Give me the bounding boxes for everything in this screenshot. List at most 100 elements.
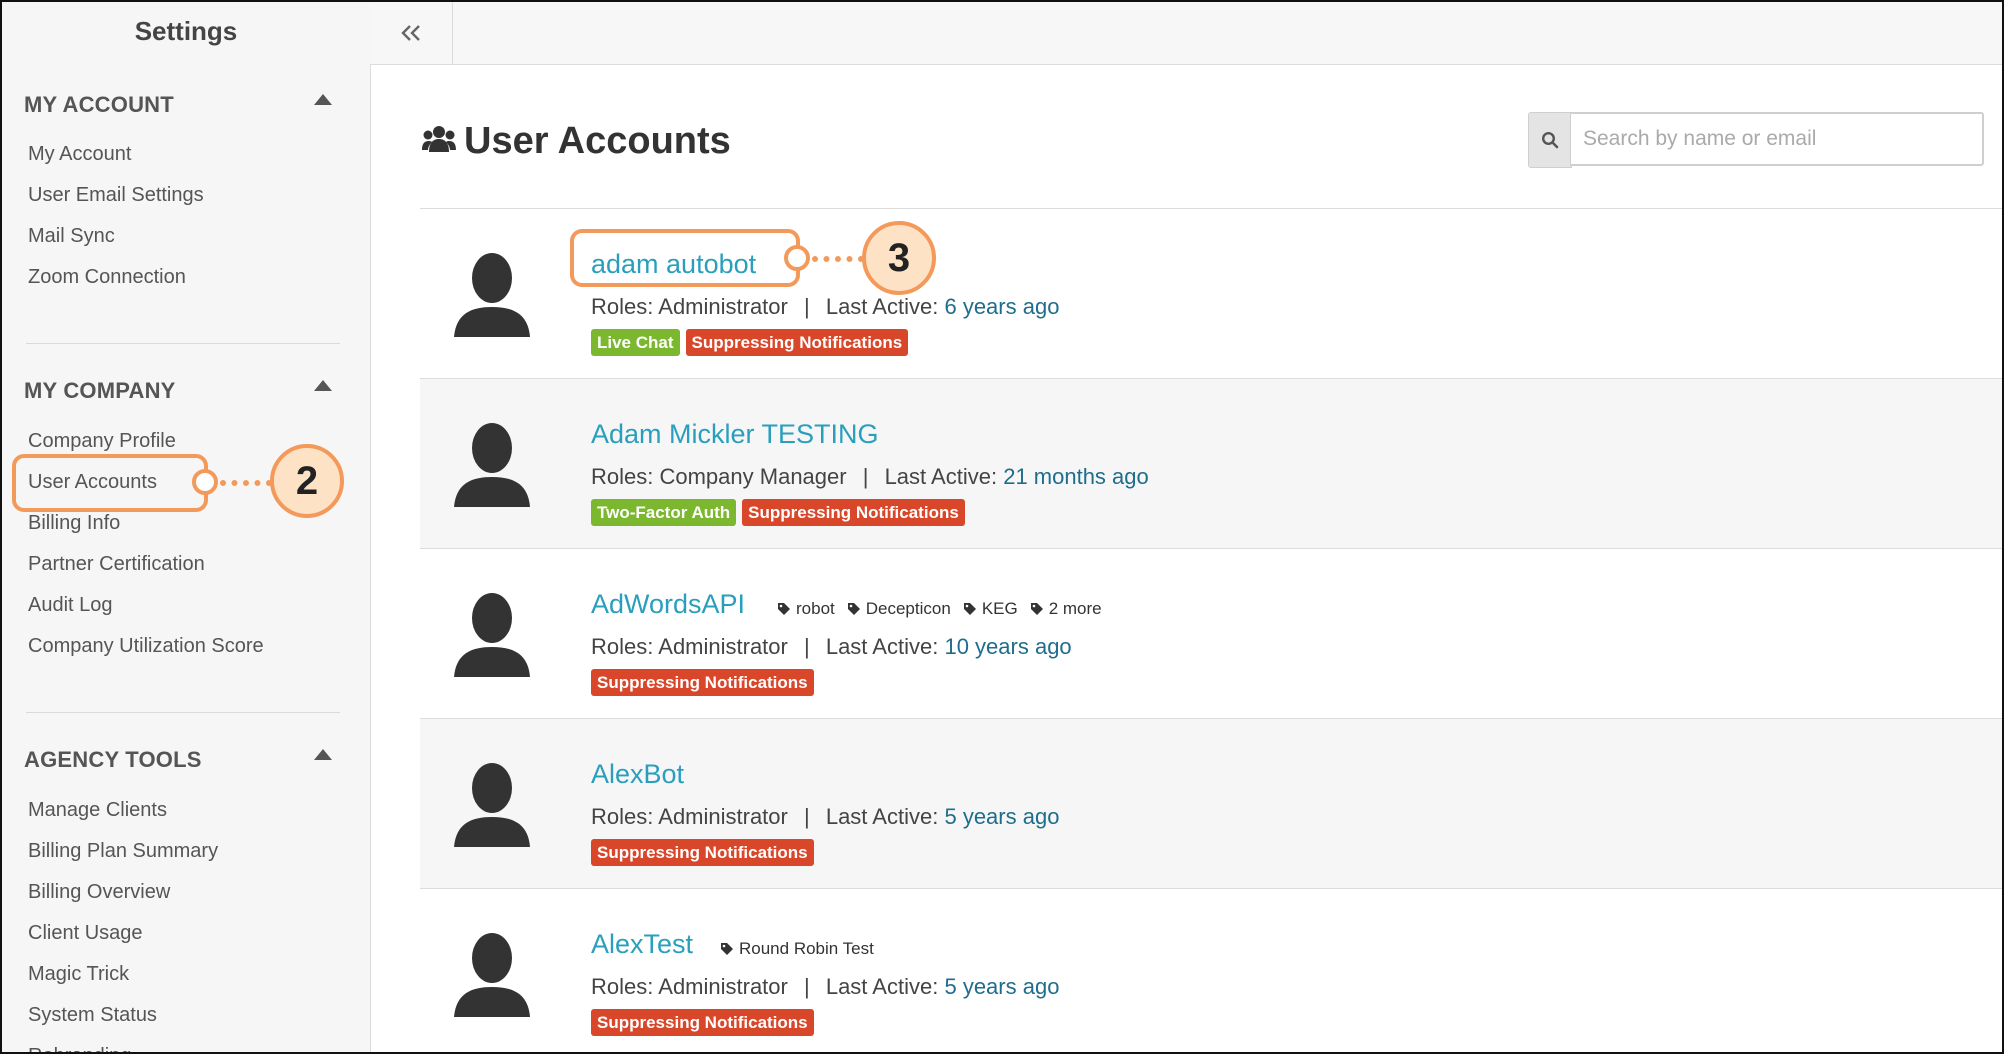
search-input[interactable]: [1570, 112, 1984, 166]
roles-label: Roles:: [591, 464, 654, 489]
tag-icon: [963, 603, 976, 615]
last-active-label: Last Active:: [884, 464, 998, 489]
last-active-value: 5 years ago: [944, 974, 1060, 999]
sidebar-item-billing-overview[interactable]: Billing Overview: [28, 881, 170, 904]
user-row[interactable]: Adam Mickler TESTING Roles: Company Mana…: [420, 378, 2002, 549]
callout-highlight-adam-autobot: [570, 229, 800, 287]
callout-connector-dot: [192, 469, 218, 495]
user-avatar-icon: [454, 763, 530, 847]
badge-group: Suppressing Notifications: [591, 1009, 814, 1036]
collapse-caret-icon[interactable]: [314, 94, 332, 105]
user-meta: Roles: Administrator | Last Active: 6 ye…: [591, 294, 1059, 320]
callout-highlight-user-accounts: [12, 454, 208, 512]
badge-group: Suppressing Notifications: [591, 669, 814, 696]
status-badge: Suppressing Notifications: [591, 669, 814, 696]
tag-list: robot Decepticon KEG 2 more: [777, 599, 1108, 619]
sidebar-item-zoom-connection[interactable]: Zoom Connection: [28, 266, 186, 289]
section-heading-my-account[interactable]: MY ACCOUNT: [24, 92, 174, 118]
user-name-link[interactable]: AlexTest: [591, 929, 693, 960]
tag-icon: [847, 603, 860, 615]
sidebar-item-partner-certification[interactable]: Partner Certification: [28, 553, 205, 576]
tag-list: Round Robin Test: [720, 939, 880, 959]
sidebar-item-manage-clients[interactable]: Manage Clients: [28, 799, 167, 822]
role-value: Administrator: [658, 974, 788, 999]
user-avatar-icon: [454, 933, 530, 1017]
user-tag[interactable]: robot: [777, 599, 835, 619]
role-value: Administrator: [658, 804, 788, 829]
meta-separator: |: [803, 294, 810, 319]
sidebar-item-company-utilization-score[interactable]: Company Utilization Score: [28, 635, 264, 658]
section-divider: [26, 343, 340, 344]
roles-label: Roles:: [591, 634, 654, 659]
section-divider: [26, 712, 340, 713]
user-row[interactable]: AdWordsAPI robot Decepticon KEG 2 more R…: [420, 548, 2002, 719]
callout-number-badge: 3: [862, 221, 936, 295]
tag-label: Decepticon: [865, 599, 951, 618]
sidebar-item-rebranding[interactable]: Rebranding: [28, 1045, 131, 1052]
user-tag[interactable]: KEG: [963, 599, 1018, 619]
last-active-value: 6 years ago: [944, 294, 1060, 319]
roles-label: Roles:: [591, 804, 654, 829]
more-tags-link[interactable]: 2 more: [1030, 599, 1102, 619]
status-badge: Suppressing Notifications: [685, 329, 909, 356]
sidebar-item-mail-sync[interactable]: Mail Sync: [28, 225, 115, 248]
sidebar-item-client-usage[interactable]: Client Usage: [28, 922, 143, 945]
badge-group: Live Chat Suppressing Notifications: [591, 329, 909, 356]
role-value: Company Manager: [659, 464, 847, 489]
user-name-link[interactable]: Adam Mickler TESTING: [591, 419, 879, 450]
sidebar-item-billing-info[interactable]: Billing Info: [28, 512, 120, 535]
user-row[interactable]: AlexBot Roles: Administrator | Last Acti…: [420, 718, 2002, 889]
app-window: Settings MY ACCOUNT My Account User Emai…: [0, 0, 2004, 1054]
last-active-value: 5 years ago: [944, 804, 1060, 829]
user-meta: Roles: Administrator | Last Active: 5 ye…: [591, 974, 1059, 1000]
sidebar-item-my-account[interactable]: My Account: [28, 143, 131, 166]
user-avatar-icon: [454, 593, 530, 677]
sidebar-item-audit-log[interactable]: Audit Log: [28, 594, 113, 617]
sidebar-title: Settings: [134, 16, 238, 46]
search-button[interactable]: [1528, 112, 1572, 168]
sidebar-item-user-email-settings[interactable]: User Email Settings: [28, 184, 204, 207]
page-title: User Accounts: [464, 120, 731, 162]
status-badge: Suppressing Notifications: [591, 1009, 814, 1036]
user-name-link[interactable]: AdWordsAPI: [591, 589, 745, 620]
sidebar-item-billing-plan-summary[interactable]: Billing Plan Summary: [28, 840, 218, 863]
meta-separator: |: [803, 804, 810, 829]
user-meta: Roles: Administrator | Last Active: 10 y…: [591, 634, 1072, 660]
badge-group: Suppressing Notifications: [591, 839, 814, 866]
role-value: Administrator: [658, 294, 788, 319]
sidebar-item-company-profile[interactable]: Company Profile: [28, 430, 176, 453]
callout-connector-dot: [784, 245, 810, 271]
meta-separator: |: [862, 464, 869, 489]
section-heading-agency-tools[interactable]: AGENCY TOOLS: [24, 747, 202, 773]
sidebar-item-system-status[interactable]: System Status: [28, 1004, 157, 1027]
user-tag[interactable]: Round Robin Test: [720, 939, 874, 959]
roles-label: Roles:: [591, 974, 654, 999]
last-active-label: Last Active:: [825, 294, 939, 319]
collapse-caret-icon[interactable]: [314, 749, 332, 760]
top-bar: [370, 2, 2002, 65]
last-active-value: 21 months ago: [1003, 464, 1149, 489]
tag-label: KEG: [981, 599, 1018, 618]
meta-separator: |: [803, 974, 810, 999]
collapse-sidebar-button[interactable]: [370, 2, 453, 64]
section-heading-my-company[interactable]: MY COMPANY: [24, 378, 176, 404]
user-tag[interactable]: Decepticon: [847, 599, 951, 619]
tag-icon: [778, 603, 790, 615]
search-icon: [1541, 131, 1559, 149]
tag-icon: [1030, 603, 1043, 615]
user-name-link[interactable]: AlexBot: [591, 759, 684, 790]
collapse-caret-icon[interactable]: [314, 380, 332, 391]
sidebar-item-magic-trick[interactable]: Magic Trick: [28, 963, 129, 986]
roles-label: Roles:: [591, 294, 654, 319]
callout-number-badge: 2: [270, 444, 344, 518]
callout-connector-line: [220, 480, 272, 486]
user-avatar-icon: [454, 253, 530, 337]
status-badge: Live Chat: [591, 329, 680, 356]
status-badge: Suppressing Notifications: [591, 839, 814, 866]
user-row[interactable]: AlexTest Round Robin Test Roles: Adminis…: [420, 888, 2002, 1052]
last-active-label: Last Active:: [825, 804, 939, 829]
tag-label: robot: [796, 599, 835, 618]
status-badge: Two-Factor Auth: [591, 499, 737, 526]
meta-separator: |: [803, 634, 810, 659]
badge-group: Two-Factor Auth Suppressing Notification…: [591, 499, 965, 526]
